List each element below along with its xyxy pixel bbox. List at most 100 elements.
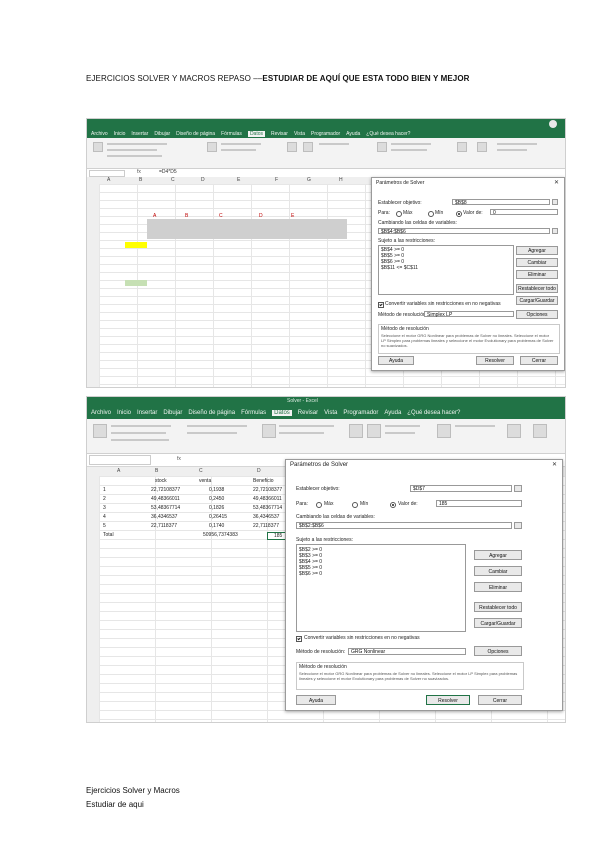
tab-inicio[interactable]: Inicio xyxy=(114,131,126,137)
excel-screenshot-2: Solver - Excel Archivo Inicio Insertar D… xyxy=(86,396,566,723)
formula-text[interactable]: =D4*D5 xyxy=(159,169,177,175)
help-button[interactable]: Ayuda xyxy=(378,356,414,365)
reset-all-button[interactable]: Restablecer todo xyxy=(516,284,558,293)
radio-min[interactable] xyxy=(352,502,358,508)
tab-ayuda[interactable]: Ayuda xyxy=(384,410,401,416)
delete-button[interactable]: Eliminar xyxy=(474,582,522,592)
radio-max[interactable] xyxy=(316,502,322,508)
objective-ref-button[interactable] xyxy=(514,485,522,492)
tab-vista[interactable]: Vista xyxy=(324,410,337,416)
radio-value-of[interactable] xyxy=(390,502,396,508)
tell-me-search[interactable]: ¿Qué desea hacer? xyxy=(366,131,410,137)
filter-icon[interactable] xyxy=(367,424,381,438)
sort-icon[interactable] xyxy=(349,424,363,438)
tab-formulas[interactable]: Fórmulas xyxy=(221,131,242,137)
what-if-icon[interactable] xyxy=(507,424,521,438)
close-icon[interactable]: ✕ xyxy=(554,179,559,186)
objective-ref-button[interactable] xyxy=(552,199,558,205)
close-button[interactable]: Cerrar xyxy=(478,695,522,705)
tab-ayuda[interactable]: Ayuda xyxy=(346,131,360,137)
tab-archivo[interactable]: Archivo xyxy=(91,410,111,416)
load-save-button[interactable]: Cargar/Guardar xyxy=(474,618,522,628)
tab-dibujar[interactable]: Dibujar xyxy=(163,410,182,416)
solve-button[interactable]: Resolver xyxy=(426,695,470,705)
radio-value-of[interactable] xyxy=(456,211,462,217)
nonneg-checkbox[interactable] xyxy=(378,302,384,308)
reset-all-button[interactable]: Restablecer todo xyxy=(474,602,522,612)
tab-insertar[interactable]: Insertar xyxy=(137,410,157,416)
ribbon-tabs: Archivo Inicio Insertar Dibujar Diseño d… xyxy=(87,407,565,419)
change-button[interactable]: Cambiar xyxy=(474,566,522,576)
constraints-list[interactable]: $B$2 >= 0 $B$3 >= 0 $B$4 >= 0 $B$5 >= 0 … xyxy=(296,544,466,632)
tab-inicio[interactable]: Inicio xyxy=(117,410,131,416)
tab-datos[interactable]: Datos xyxy=(247,130,265,137)
close-button[interactable]: Cerrar xyxy=(520,356,558,365)
tab-datos[interactable]: Datos xyxy=(272,410,292,416)
nonneg-label: Convertir variables sin restricciones en… xyxy=(304,635,420,641)
close-icon[interactable]: ✕ xyxy=(552,461,557,468)
tab-diseno[interactable]: Diseño de página xyxy=(188,410,235,416)
forecast-icon[interactable] xyxy=(477,142,487,152)
constraint-item[interactable]: $B$11 <= $C$11 xyxy=(381,265,418,271)
table-row: 1 xyxy=(103,487,106,493)
add-button[interactable]: Agregar xyxy=(516,246,558,255)
options-button[interactable]: Opciones xyxy=(474,646,522,656)
nonneg-label: Convertir variables sin restricciones en… xyxy=(385,301,501,307)
solve-button[interactable]: Resolver xyxy=(476,356,514,365)
window-title: Solver - Excel xyxy=(287,398,318,404)
tell-me-search[interactable]: ¿Qué desea hacer? xyxy=(407,410,460,416)
get-data-icon[interactable] xyxy=(93,424,107,438)
changing-ref-button[interactable] xyxy=(514,522,522,529)
refresh-icon[interactable] xyxy=(262,424,276,438)
objective-label: Establecer objetivo: xyxy=(296,486,340,492)
value-of-input[interactable]: 0 xyxy=(490,209,558,216)
objective-input[interactable]: $D$7 xyxy=(410,485,512,492)
options-button[interactable]: Opciones xyxy=(516,310,558,319)
tab-programador[interactable]: Programador xyxy=(343,410,378,416)
constraint-item[interactable]: $B$6 >= 0 xyxy=(299,571,322,577)
method-select[interactable]: Simplex LP xyxy=(424,311,514,318)
tab-archivo[interactable]: Archivo xyxy=(91,131,108,137)
text-to-columns-icon[interactable] xyxy=(437,424,451,438)
tab-programador[interactable]: Programador xyxy=(311,131,340,137)
radio-min[interactable] xyxy=(428,211,434,217)
get-data-icon[interactable] xyxy=(93,142,103,152)
constraints-list[interactable]: $B$4 >= 0 $B$5 >= 0 $B$6 >= 0 $B$11 <= $… xyxy=(378,245,514,295)
text-to-columns-icon[interactable] xyxy=(377,142,387,152)
ribbon xyxy=(87,138,565,169)
load-save-button[interactable]: Cargar/Guardar xyxy=(516,296,558,305)
value-of-input[interactable]: 185 xyxy=(436,500,522,507)
changing-cells-input[interactable]: $B$4:$B$6 xyxy=(378,228,550,235)
tab-revisar[interactable]: Revisar xyxy=(298,410,318,416)
tab-diseno[interactable]: Diseño de página xyxy=(176,131,215,137)
tab-formulas[interactable]: Fórmulas xyxy=(241,410,266,416)
objective-label: Establecer objetivo: xyxy=(378,200,422,206)
refresh-icon[interactable] xyxy=(207,142,217,152)
method-help-box: Método de resolución Seleccione el motor… xyxy=(378,324,560,354)
nonneg-checkbox[interactable] xyxy=(296,636,302,642)
avatar[interactable] xyxy=(549,120,557,128)
tab-revisar[interactable]: Revisar xyxy=(271,131,288,137)
change-button[interactable]: Cambiar xyxy=(516,258,558,267)
filter-icon[interactable] xyxy=(303,142,313,152)
method-select[interactable]: GRG Nonlinear xyxy=(348,648,466,655)
green-cell xyxy=(125,280,147,286)
help-button[interactable]: Ayuda xyxy=(296,695,336,705)
objective-input[interactable]: $B$8 xyxy=(452,199,550,206)
footer-line-2: Estudiar de aqui xyxy=(86,800,144,809)
changing-ref-button[interactable] xyxy=(552,228,558,234)
tab-vista[interactable]: Vista xyxy=(294,131,305,137)
what-if-icon[interactable] xyxy=(457,142,467,152)
delete-button[interactable]: Eliminar xyxy=(516,270,558,279)
sort-icon[interactable] xyxy=(287,142,297,152)
forecast-icon[interactable] xyxy=(533,424,547,438)
changing-cells-input[interactable]: $B$2:$B$6 xyxy=(296,522,512,529)
name-box[interactable] xyxy=(89,455,151,465)
radio-max[interactable] xyxy=(396,211,402,217)
table-row: 5 xyxy=(103,523,106,529)
tab-dibujar[interactable]: Dibujar xyxy=(154,131,170,137)
changing-cells-label: Cambiando las celdas de variables: xyxy=(296,514,375,520)
name-box[interactable] xyxy=(89,170,125,177)
tab-insertar[interactable]: Insertar xyxy=(131,131,148,137)
add-button[interactable]: Agregar xyxy=(474,550,522,560)
